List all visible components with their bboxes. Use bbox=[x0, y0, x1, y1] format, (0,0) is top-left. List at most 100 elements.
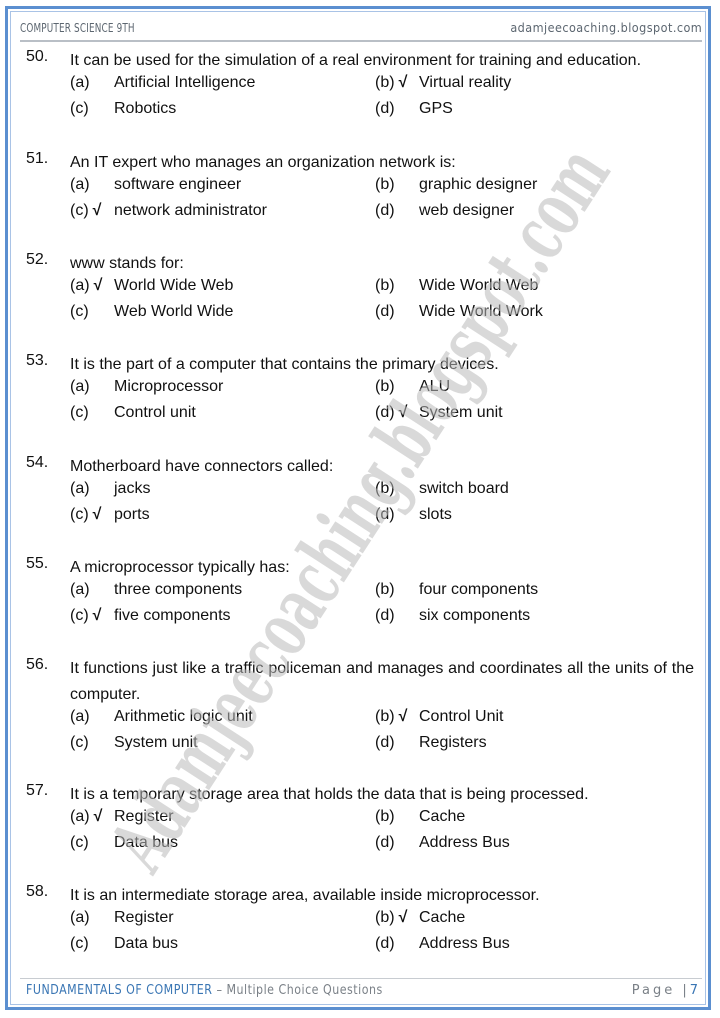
question-number: 55. bbox=[26, 555, 49, 572]
option-text: GPS bbox=[419, 100, 453, 117]
option-label: (d) bbox=[375, 834, 395, 852]
option-text: ALU bbox=[419, 378, 451, 395]
option-label: (c) bbox=[70, 303, 89, 321]
question-text: Motherboard have connectors called: bbox=[70, 458, 334, 475]
check-icon: √ bbox=[93, 808, 103, 825]
footer-page-label: Page | bbox=[631, 983, 690, 998]
option-letter: (a) bbox=[70, 909, 90, 926]
option-label: (b) √ bbox=[375, 708, 407, 726]
option-letter: (b) bbox=[375, 909, 395, 926]
option-label: (a) √ bbox=[70, 808, 102, 826]
option-letter: (b) bbox=[375, 808, 395, 825]
option-text: Control Unit bbox=[419, 708, 504, 725]
option-text: Register bbox=[114, 909, 174, 926]
option-letter: (d) bbox=[375, 734, 395, 751]
option-label: (c) √ bbox=[70, 506, 101, 524]
check-icon: √ bbox=[398, 404, 408, 421]
option-label: (b) bbox=[375, 378, 395, 396]
option-letter: (a) bbox=[70, 378, 90, 395]
option-text: slots bbox=[419, 506, 452, 523]
question-number: 50. bbox=[26, 48, 49, 65]
option-text: jacks bbox=[114, 480, 151, 497]
option-label: (a) bbox=[70, 378, 90, 396]
question-number: 56. bbox=[26, 656, 49, 673]
question-text: An IT expert who manages an organization… bbox=[70, 154, 456, 171]
option-text: Data bus bbox=[114, 834, 179, 851]
option-text: Data bus bbox=[114, 935, 179, 952]
option-text: Control unit bbox=[114, 404, 196, 421]
option-text: ports bbox=[114, 506, 150, 523]
option-letter: (d) bbox=[375, 202, 395, 219]
option-text: Cache bbox=[419, 808, 466, 825]
check-icon: √ bbox=[92, 506, 102, 523]
option-label: (a) bbox=[70, 74, 90, 92]
option-label: (b) √ bbox=[375, 909, 407, 927]
page-footer: FUNDAMENTALS OF COMPUTER – Multiple Choi… bbox=[20, 978, 702, 999]
option-letter: (c) bbox=[70, 607, 89, 624]
question-text: It is a temporary storage area that hold… bbox=[70, 786, 589, 803]
option-letter: (b) bbox=[375, 277, 395, 294]
option-letter: (a) bbox=[70, 808, 90, 825]
option-text: six components bbox=[419, 607, 531, 624]
option-label: (c) √ bbox=[70, 607, 101, 625]
footer-chapter-subtitle: – Multiple Choice Questions bbox=[212, 983, 383, 998]
question-text: It can be used for the simulation of a r… bbox=[70, 52, 642, 69]
option-text: Registers bbox=[419, 734, 487, 751]
option-label: (c) bbox=[70, 935, 89, 953]
option-letter: (b) bbox=[375, 708, 395, 725]
option-letter: (b) bbox=[375, 378, 395, 395]
check-icon: √ bbox=[398, 708, 408, 725]
question-text: It functions just like a traffic policem… bbox=[70, 660, 694, 703]
option-text: five components bbox=[114, 607, 231, 624]
question-number: 57. bbox=[26, 782, 49, 799]
option-text: Register bbox=[114, 808, 174, 825]
check-icon: √ bbox=[93, 277, 103, 294]
option-text: Virtual reality bbox=[419, 74, 512, 91]
option-text: network administrator bbox=[114, 202, 267, 219]
option-text: System unit bbox=[419, 404, 503, 421]
option-text: Cache bbox=[419, 909, 466, 926]
option-text: Wide World Web bbox=[419, 277, 539, 294]
option-text: Arithmetic logic unit bbox=[114, 708, 253, 725]
option-text: software engineer bbox=[114, 176, 242, 193]
option-letter: (a) bbox=[70, 176, 90, 193]
option-label: (b) bbox=[375, 480, 395, 498]
option-letter: (c) bbox=[70, 100, 89, 117]
page-number: 7 bbox=[689, 983, 698, 998]
footer-page: Page |7 bbox=[632, 983, 698, 998]
option-letter: (b) bbox=[375, 480, 395, 497]
question-text: It is the part of a computer that contai… bbox=[70, 356, 499, 373]
option-label: (a) bbox=[70, 581, 90, 599]
option-label: (a) bbox=[70, 909, 90, 927]
option-text: Wide World Work bbox=[419, 303, 543, 320]
check-icon: √ bbox=[398, 74, 408, 91]
question-number: 53. bbox=[26, 352, 49, 369]
option-label: (d) bbox=[375, 506, 395, 524]
option-label: (d) bbox=[375, 935, 395, 953]
option-label: (c) bbox=[70, 100, 89, 118]
option-label: (a) √ bbox=[70, 277, 102, 295]
option-letter: (a) bbox=[70, 74, 90, 91]
option-label: (d) bbox=[375, 303, 395, 321]
check-icon: √ bbox=[398, 909, 408, 926]
option-letter: (b) bbox=[375, 581, 395, 598]
option-label: (c) bbox=[70, 734, 89, 752]
option-text: three components bbox=[114, 581, 243, 598]
footer-chapter: FUNDAMENTALS OF COMPUTER – Multiple Choi… bbox=[26, 983, 383, 998]
option-letter: (b) bbox=[375, 176, 395, 193]
option-label: (d) bbox=[375, 202, 395, 220]
option-letter: (c) bbox=[70, 303, 89, 320]
option-text: World Wide Web bbox=[114, 277, 234, 294]
question-number: 54. bbox=[26, 454, 49, 471]
option-letter: (c) bbox=[70, 404, 89, 421]
option-letter: (a) bbox=[70, 708, 90, 725]
option-label: (c) bbox=[70, 834, 89, 852]
question-text: A microprocessor typically has: bbox=[70, 559, 290, 576]
option-letter: (c) bbox=[70, 734, 89, 751]
page-header: COMPUTER SCIENCE 9TH adamjeecoaching.blo… bbox=[20, 18, 702, 42]
header-website: adamjeecoaching.blogspot.com bbox=[510, 20, 702, 35]
option-text: web designer bbox=[419, 202, 515, 219]
question-text: www stands for: bbox=[70, 255, 184, 272]
footer-chapter-title: FUNDAMENTALS OF COMPUTER bbox=[26, 983, 213, 998]
question-number: 58. bbox=[26, 883, 49, 900]
